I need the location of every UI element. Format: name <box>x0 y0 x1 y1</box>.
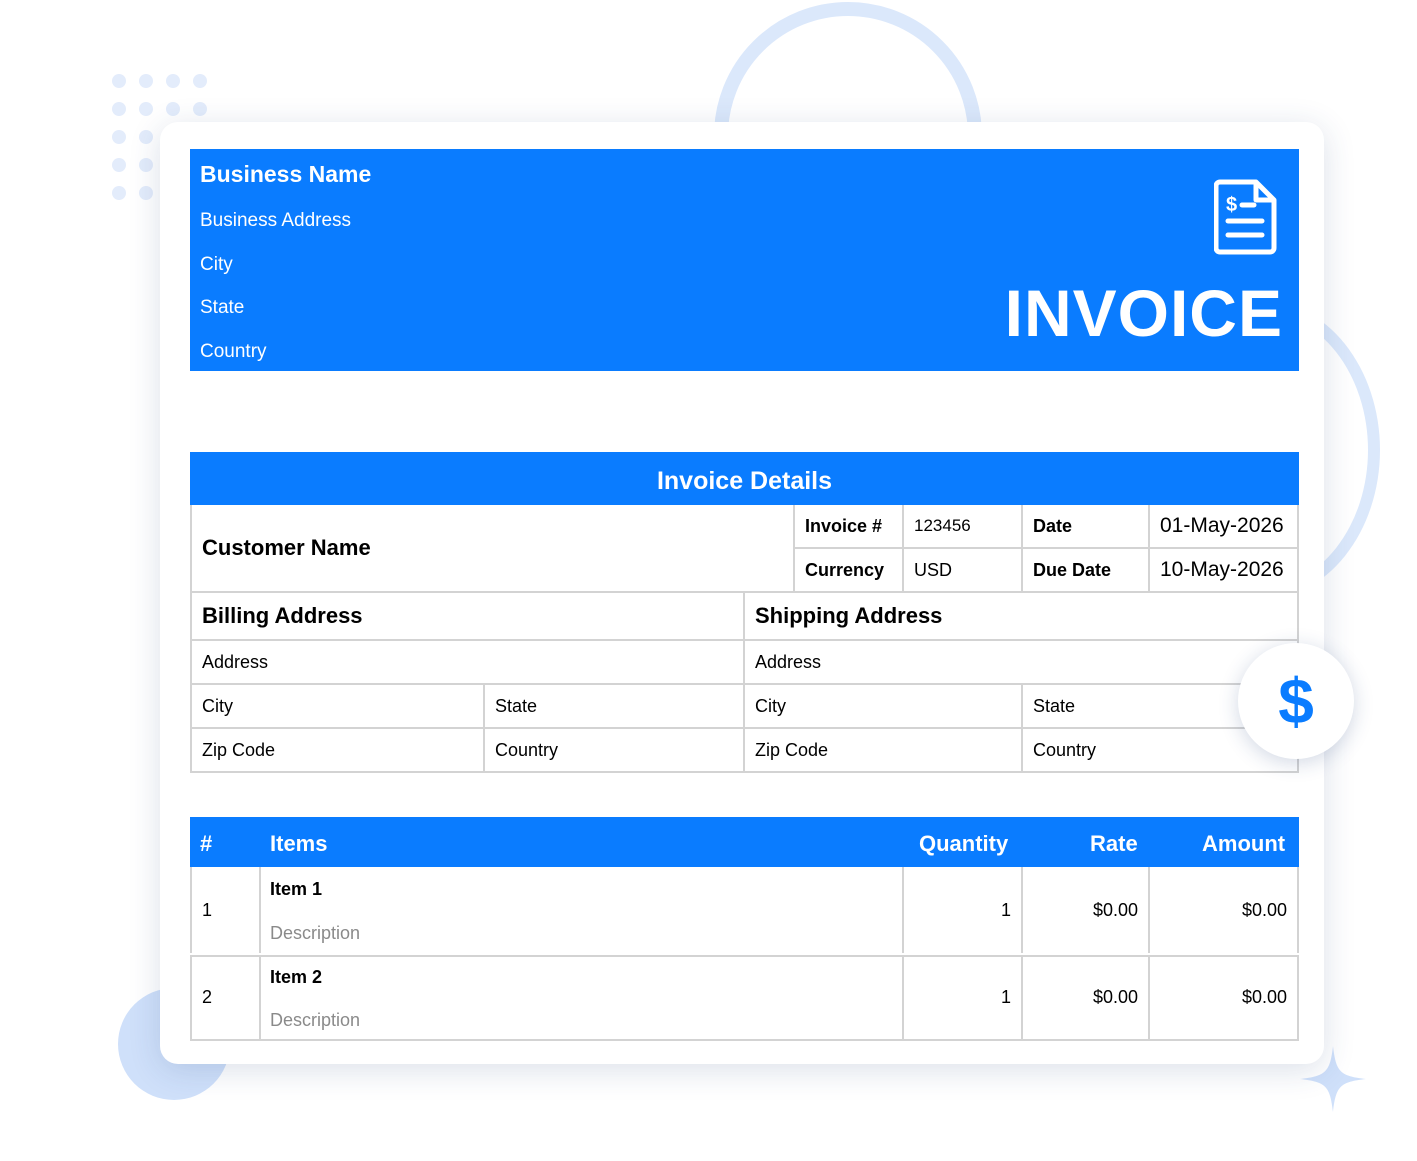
item-name: Item 1 <box>270 879 323 899</box>
date-label: Date <box>1023 505 1150 549</box>
currency-label: Currency <box>795 549 904 593</box>
item-quantity[interactable]: 1 <box>904 955 1023 1039</box>
customer-name[interactable]: Customer Name <box>190 505 795 593</box>
item-amount: $0.00 <box>1150 955 1299 1039</box>
items-col-quantity: Quantity <box>919 831 1009 856</box>
item-cell[interactable]: Item 2 Description <box>261 955 904 1039</box>
dollar-badge: $ <box>1238 643 1354 759</box>
items-header: # Items Quantity Rate Amount <box>190 817 1299 867</box>
items-col-num: # <box>200 831 213 856</box>
item-number: 1 <box>190 867 261 953</box>
business-state: State <box>200 297 245 318</box>
invoice-number-value[interactable]: 123456 <box>904 505 1023 549</box>
business-city: City <box>200 254 233 275</box>
item-description: Description <box>270 923 361 943</box>
item-name: Item 2 <box>270 967 323 987</box>
billing-city[interactable]: City <box>190 685 485 729</box>
business-name: Business Name <box>200 161 372 187</box>
table-row[interactable]: 1 Item 1 Description 1 $0.00 $0.00 <box>190 867 1299 957</box>
item-number: 2 <box>190 955 261 1039</box>
business-country: Country <box>200 341 267 362</box>
business-address: Business Address <box>200 210 352 231</box>
due-date-label: Due Date <box>1023 549 1150 593</box>
billing-state[interactable]: State <box>485 685 745 729</box>
item-cell[interactable]: Item 1 Description <box>261 867 904 953</box>
invoice-title: INVOICE <box>1004 276 1283 350</box>
billing-address-line[interactable]: Address <box>190 641 745 685</box>
items-col-amount: Amount <box>1202 831 1286 856</box>
shipping-address-title: Shipping Address <box>745 593 1299 641</box>
item-description: Description <box>270 1010 361 1030</box>
shipping-address-line[interactable]: Address <box>745 641 1299 685</box>
shipping-zip[interactable]: Zip Code <box>745 729 1023 773</box>
date-value[interactable]: 01-May-2026 <box>1150 505 1299 549</box>
currency-value[interactable]: USD <box>904 549 1023 593</box>
billing-address-title: Billing Address <box>190 593 745 641</box>
billing-zip[interactable]: Zip Code <box>190 729 485 773</box>
billing-country[interactable]: Country <box>485 729 745 773</box>
invoice-number-label: Invoice # <box>795 505 904 549</box>
item-amount: $0.00 <box>1150 867 1299 953</box>
item-rate[interactable]: $0.00 <box>1023 867 1150 953</box>
table-row[interactable]: 2 Item 2 Description 1 $0.00 $0.00 <box>190 955 1299 1041</box>
invoice-header: Business Name Business Address City Stat… <box>190 149 1299 371</box>
items-col-rate: Rate <box>1090 831 1138 856</box>
item-quantity[interactable]: 1 <box>904 867 1023 953</box>
invoice-document-icon: $ <box>1214 179 1277 255</box>
dollar-sign-icon: $ <box>1278 665 1314 737</box>
svg-text:$: $ <box>1226 194 1237 216</box>
shipping-city[interactable]: City <box>745 685 1023 729</box>
items-col-items: Items <box>270 831 328 856</box>
invoice-details-heading: Invoice Details <box>190 452 1299 505</box>
item-rate[interactable]: $0.00 <box>1023 955 1150 1039</box>
svg-text:$: $ <box>1278 665 1314 737</box>
due-date-value[interactable]: 10-May-2026 <box>1150 549 1299 593</box>
